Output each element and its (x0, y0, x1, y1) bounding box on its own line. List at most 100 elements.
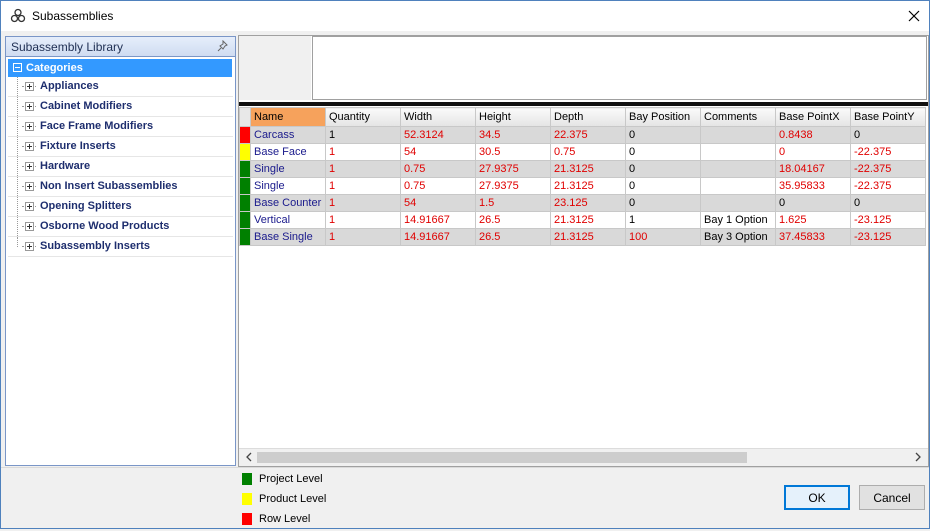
table-cell[interactable]: 22.375 (550, 126, 626, 144)
table-cell[interactable]: 100 (625, 228, 701, 246)
name-cell[interactable]: Base Counter (250, 194, 326, 212)
ok-button[interactable]: OK (784, 485, 850, 510)
column-header[interactable]: Name (250, 107, 326, 127)
table-cell[interactable]: -23.125 (850, 228, 926, 246)
table-cell[interactable] (700, 143, 776, 161)
column-header[interactable]: Height (475, 107, 551, 127)
pin-icon[interactable] (217, 39, 229, 52)
table-cell[interactable]: 0 (625, 194, 701, 212)
table-cell[interactable]: 21.3125 (550, 177, 626, 195)
table-cell[interactable]: -22.375 (850, 160, 926, 178)
column-header[interactable]: Bay Position (625, 107, 701, 127)
table-cell[interactable]: 1 (325, 126, 401, 144)
table-row[interactable]: Vertical 1 14.91667 26.5 21.3125 1 Bay 1 Optio… (239, 211, 926, 229)
table-cell[interactable]: 54 (400, 143, 476, 161)
scrollbar-thumb[interactable] (257, 452, 747, 463)
tree-item[interactable]: Hardware (8, 157, 233, 177)
column-header[interactable]: Base PointX (775, 107, 851, 127)
table-cell[interactable]: 26.5 (475, 211, 551, 229)
expand-icon[interactable] (25, 222, 34, 231)
close-button[interactable] (899, 1, 929, 31)
collapse-icon[interactable] (13, 63, 22, 72)
table-cell[interactable]: Bay 3 Option (700, 228, 776, 246)
table-cell[interactable]: 1 (325, 160, 401, 178)
expand-icon[interactable] (25, 182, 34, 191)
table-cell[interactable]: 52.3124 (400, 126, 476, 144)
table-cell[interactable]: 1 (325, 143, 401, 161)
expand-icon[interactable] (25, 202, 34, 211)
scroll-right-icon[interactable] (912, 451, 924, 463)
tree-item[interactable]: Opening Splitters (8, 197, 233, 217)
table-cell[interactable]: 0 (850, 126, 926, 144)
table-cell[interactable]: 21.3125 (550, 160, 626, 178)
table-cell[interactable] (700, 177, 776, 195)
column-header[interactable]: Quantity (325, 107, 401, 127)
table-cell[interactable]: 27.9375 (475, 160, 551, 178)
expand-icon[interactable] (25, 242, 34, 251)
column-header[interactable]: Base PointY (850, 107, 926, 127)
table-cell[interactable]: Bay 1 Option (700, 211, 776, 229)
table-cell[interactable]: 1 (325, 194, 401, 212)
table-cell[interactable]: 0 (775, 194, 851, 212)
expand-icon[interactable] (25, 142, 34, 151)
table-cell[interactable]: 35.95833 (775, 177, 851, 195)
table-cell[interactable]: 23.125 (550, 194, 626, 212)
table-cell[interactable]: 0 (625, 143, 701, 161)
tree-root-categories[interactable]: Categories (8, 59, 232, 77)
table-cell[interactable]: 1 (325, 177, 401, 195)
name-cell[interactable]: Carcass (250, 126, 326, 144)
table-cell[interactable]: 1 (625, 211, 701, 229)
tree-item[interactable]: Fixture Inserts (8, 137, 233, 157)
table-cell[interactable]: 0 (625, 177, 701, 195)
table-cell[interactable]: 1.5 (475, 194, 551, 212)
table-cell[interactable]: 54 (400, 194, 476, 212)
pane-splitter[interactable] (239, 102, 928, 106)
tree-item[interactable]: Appliances (8, 77, 233, 97)
table-cell[interactable]: 21.3125 (550, 228, 626, 246)
tree-item[interactable]: Cabinet Modifiers (8, 97, 233, 117)
table-cell[interactable] (700, 160, 776, 178)
tree-item[interactable]: Osborne Wood Products (8, 217, 233, 237)
table-cell[interactable]: 14.91667 (400, 228, 476, 246)
table-cell[interactable]: -22.375 (850, 177, 926, 195)
name-cell[interactable]: Base Face (250, 143, 326, 161)
tree-item[interactable]: Subassembly Inserts (8, 237, 233, 257)
table-cell[interactable]: 0.8438 (775, 126, 851, 144)
tree-item[interactable]: Non Insert Subassemblies (8, 177, 233, 197)
expand-icon[interactable] (25, 122, 34, 131)
cancel-button[interactable]: Cancel (859, 485, 925, 510)
table-cell[interactable]: 0 (625, 126, 701, 144)
tree-item[interactable]: Face Frame Modifiers (8, 117, 233, 137)
table-cell[interactable]: 34.5 (475, 126, 551, 144)
table-row[interactable]: Base Single 1 14.91667 26.5 21.3125 100 Bay 3 … (239, 228, 926, 246)
table-cell[interactable]: 26.5 (475, 228, 551, 246)
table-cell[interactable]: -22.375 (850, 143, 926, 161)
name-cell[interactable]: Vertical (250, 211, 326, 229)
table-cell[interactable]: 1 (325, 211, 401, 229)
table-row[interactable]: Carcass 1 52.3124 34.5 22.375 0 0.8438 0 (239, 126, 926, 144)
table-cell[interactable]: 0 (850, 194, 926, 212)
scroll-left-icon[interactable] (243, 451, 255, 463)
name-cell[interactable]: Base Single (250, 228, 326, 246)
table-cell[interactable]: 21.3125 (550, 211, 626, 229)
expand-icon[interactable] (25, 102, 34, 111)
table-cell[interactable]: 37.45833 (775, 228, 851, 246)
column-header[interactable]: Comments (700, 107, 776, 127)
name-cell[interactable]: Single (250, 160, 326, 178)
table-cell[interactable]: 0 (775, 143, 851, 161)
table-cell[interactable]: 14.91667 (400, 211, 476, 229)
column-header[interactable]: Depth (550, 107, 626, 127)
table-cell[interactable] (700, 126, 776, 144)
table-cell[interactable]: 1 (325, 228, 401, 246)
table-cell[interactable]: -23.125 (850, 211, 926, 229)
table-cell[interactable] (700, 194, 776, 212)
table-cell[interactable]: 27.9375 (475, 177, 551, 195)
name-cell[interactable]: Single (250, 177, 326, 195)
table-row[interactable]: Single 1 0.75 27.9375 21.3125 0 35.95833 -22.37… (239, 177, 926, 195)
horizontal-scrollbar[interactable] (239, 448, 928, 466)
table-cell[interactable]: 1.625 (775, 211, 851, 229)
expand-icon[interactable] (25, 82, 34, 91)
table-row[interactable]: Base Counter 1 54 1.5 23.125 0 0 0 (239, 194, 926, 212)
table-cell[interactable]: 18.04167 (775, 160, 851, 178)
table-cell[interactable]: 30.5 (475, 143, 551, 161)
